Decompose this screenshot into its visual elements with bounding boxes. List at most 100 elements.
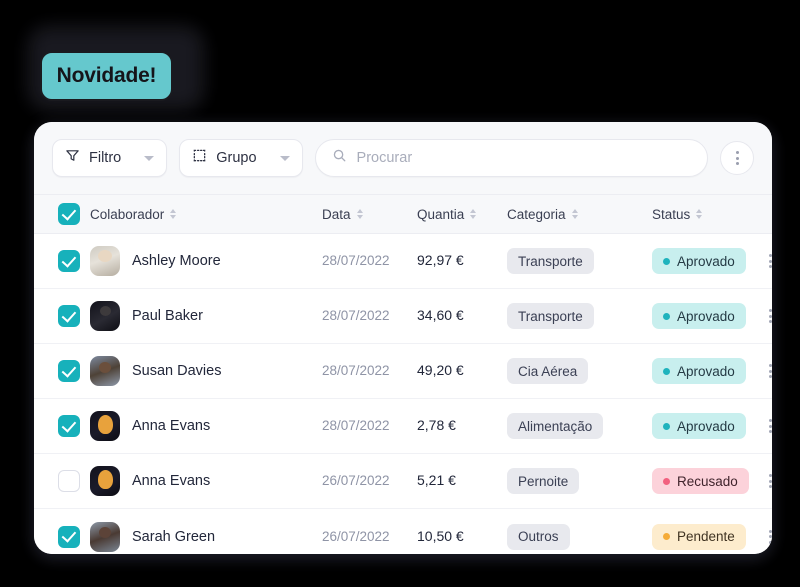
expense-date: 26/07/2022 xyxy=(322,473,390,488)
column-header-categoria[interactable]: Categoria xyxy=(507,207,652,222)
status-dot-icon xyxy=(663,533,670,540)
row-category-cell: Transporte xyxy=(507,303,652,329)
row-checkbox[interactable] xyxy=(58,415,80,437)
status-label: Pendente xyxy=(677,529,735,544)
select-all-checkbox[interactable] xyxy=(58,203,80,225)
expense-date: 28/07/2022 xyxy=(322,363,390,378)
expense-amount: 92,97 € xyxy=(417,252,464,268)
sort-icon[interactable] xyxy=(170,209,177,219)
expense-date: 28/07/2022 xyxy=(322,308,390,323)
kebab-dot xyxy=(735,151,739,154)
chevron-down-icon xyxy=(144,155,155,161)
status-badge: Aprovado xyxy=(652,358,746,384)
row-checkbox[interactable] xyxy=(58,360,80,382)
row-more-button[interactable] xyxy=(757,413,772,439)
row-select-cell[interactable] xyxy=(34,470,90,492)
row-more-button[interactable] xyxy=(757,468,772,494)
row-checkbox[interactable] xyxy=(58,525,80,548)
row-date-cell: 28/07/2022 xyxy=(322,307,417,325)
row-more-button[interactable] xyxy=(757,248,772,274)
row-status-cell: Aprovado xyxy=(652,248,757,274)
avatar xyxy=(90,356,120,386)
column-header-status[interactable]: Status xyxy=(652,207,757,222)
status-badge: Recusado xyxy=(652,468,749,494)
search-input[interactable]: Procurar xyxy=(314,139,708,177)
avatar xyxy=(90,246,120,276)
row-checkbox[interactable] xyxy=(58,305,80,327)
row-checkbox[interactable] xyxy=(58,250,80,272)
row-category-cell: Pernoite xyxy=(507,468,652,494)
collaborator-name: Ashley Moore xyxy=(132,253,221,269)
category-badge: Outros xyxy=(507,523,570,550)
row-category-cell: Outros xyxy=(507,523,652,550)
row-status-cell: Aprovado xyxy=(652,303,757,329)
group-button[interactable]: Grupo xyxy=(179,139,303,177)
table-row[interactable]: Susan Davies 28/07/2022 49,20 € Cia Aérea Ap… xyxy=(34,344,772,399)
row-select-cell[interactable] xyxy=(34,525,90,548)
column-header-quantia[interactable]: Quantia xyxy=(417,207,507,222)
column-header-label: Status xyxy=(652,206,691,222)
status-label: Aprovado xyxy=(677,363,735,379)
expense-amount: 49,20 € xyxy=(417,362,464,378)
column-header-label: Data xyxy=(322,206,351,222)
row-more-button[interactable] xyxy=(757,358,772,384)
table-row[interactable]: Anna Evans 26/07/2022 5,21 € Pernoite Recusa… xyxy=(34,454,772,509)
status-badge: Aprovado xyxy=(652,248,746,274)
table-row[interactable]: Paul Baker 28/07/2022 34,60 € Transporte Apr… xyxy=(34,289,772,344)
category-badge: Pernoite xyxy=(507,468,580,494)
row-select-cell[interactable] xyxy=(34,250,90,272)
novidade-badge: Novidade! xyxy=(40,51,173,101)
row-select-cell[interactable] xyxy=(34,415,90,437)
select-all-cell[interactable] xyxy=(34,203,90,225)
row-date-cell: 28/07/2022 xyxy=(322,362,417,380)
expense-amount: 2,78 € xyxy=(417,417,456,433)
row-amount-cell: 10,50 € xyxy=(417,528,507,546)
row-select-cell[interactable] xyxy=(34,360,90,382)
status-dot-icon xyxy=(663,312,670,320)
group-icon xyxy=(192,148,207,168)
chevron-down-icon xyxy=(279,155,290,161)
row-category-cell: Transporte xyxy=(507,248,652,274)
table-row[interactable]: Ashley Moore 28/07/2022 92,97 € Transporte A… xyxy=(34,234,772,289)
expenses-table-card: Filtro Grupo Procurar Colaborador Data Q… xyxy=(34,122,772,554)
status-badge: Pendente xyxy=(652,523,746,550)
status-dot-icon xyxy=(663,367,670,375)
row-actions-cell xyxy=(757,356,772,386)
row-checkbox[interactable] xyxy=(58,470,80,492)
row-select-cell[interactable] xyxy=(34,305,90,327)
row-status-cell: Recusado xyxy=(652,468,757,494)
row-date-cell: 26/07/2022 xyxy=(322,472,417,490)
category-badge: Cia Aérea xyxy=(507,358,589,384)
sort-icon[interactable] xyxy=(356,209,363,219)
row-collaborator-cell: Ashley Moore xyxy=(90,246,322,276)
row-amount-cell: 5,21 € xyxy=(417,472,507,490)
search-placeholder: Procurar xyxy=(356,150,413,166)
expense-date: 28/07/2022 xyxy=(322,253,390,268)
row-status-cell: Pendente xyxy=(652,523,757,550)
status-label: Aprovado xyxy=(677,253,735,269)
filter-button[interactable]: Filtro xyxy=(52,139,168,177)
collaborator-name: Anna Evans xyxy=(132,418,211,434)
row-more-button[interactable] xyxy=(757,303,772,329)
row-collaborator-cell: Sarah Green xyxy=(90,521,322,552)
filter-button-label: Filtro xyxy=(89,150,122,166)
status-dot-icon xyxy=(663,477,670,485)
column-header-colaborador[interactable]: Colaborador xyxy=(90,207,322,222)
status-label: Recusado xyxy=(677,473,738,489)
expense-date: 26/07/2022 xyxy=(322,528,390,544)
category-badge: Transporte xyxy=(507,303,594,329)
status-label: Aprovado xyxy=(677,308,735,324)
sort-icon[interactable] xyxy=(470,209,477,219)
table-row[interactable]: Sarah Green 26/07/2022 10,50 € Outros Penden… xyxy=(34,509,772,554)
sort-icon[interactable] xyxy=(696,209,703,219)
table-row[interactable]: Anna Evans 28/07/2022 2,78 € Alimentação Apr… xyxy=(34,399,772,454)
row-collaborator-cell: Susan Davies xyxy=(90,356,322,386)
collaborator-name: Paul Baker xyxy=(132,308,203,324)
avatar xyxy=(90,466,120,496)
category-badge: Transporte xyxy=(507,248,594,274)
sort-icon[interactable] xyxy=(571,209,578,219)
row-actions-cell xyxy=(757,466,772,496)
column-header-data[interactable]: Data xyxy=(322,207,417,222)
row-status-cell: Aprovado xyxy=(652,358,757,384)
toolbar-more-button[interactable] xyxy=(720,141,754,175)
